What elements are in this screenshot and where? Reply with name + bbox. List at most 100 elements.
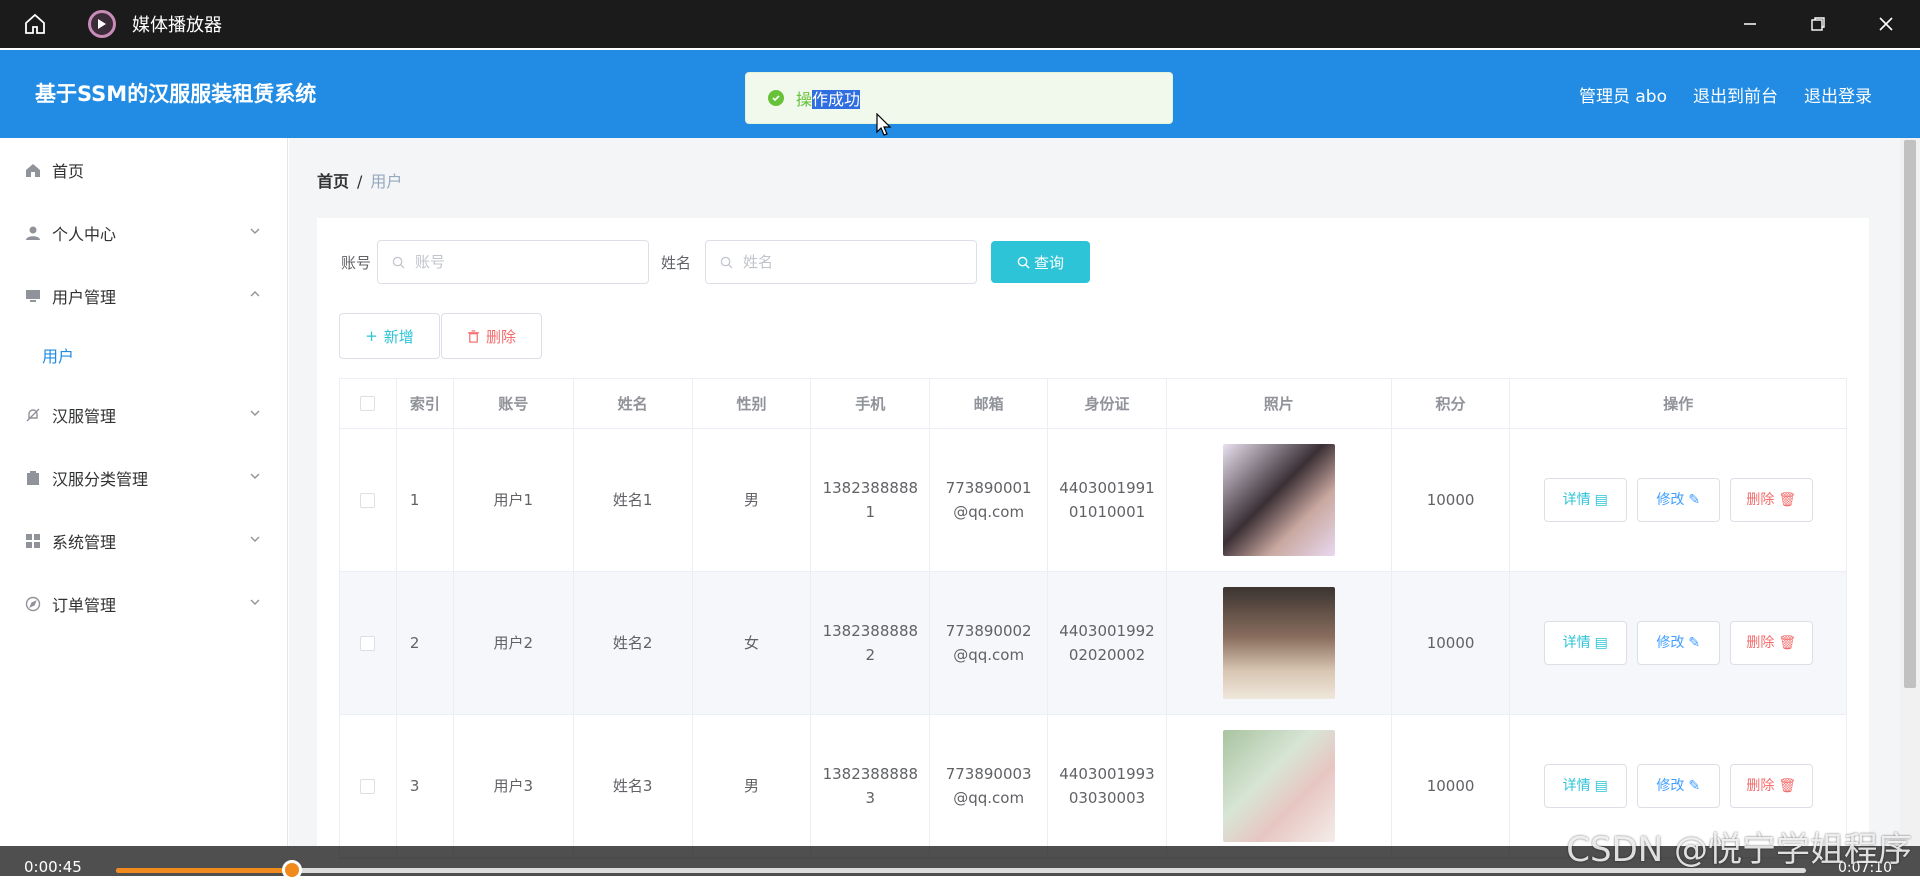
user-photo[interactable] — [1222, 730, 1335, 842]
media-player-app-icon — [88, 10, 116, 38]
edit-button[interactable]: 修改 ✎ — [1636, 621, 1720, 665]
page-scrollbar[interactable] — [1900, 138, 1920, 846]
row-checkbox[interactable] — [360, 778, 376, 794]
csdn-watermark: CSDN @悦宁学姐程序 — [1566, 830, 1912, 870]
monitor-icon — [24, 287, 42, 305]
restore-button[interactable] — [1784, 0, 1852, 48]
logout-link[interactable]: 退出登录 — [1804, 82, 1872, 107]
batch-delete-button[interactable]: 删除 — [441, 313, 542, 359]
mouse-cursor-icon — [876, 113, 892, 136]
user-photo[interactable] — [1222, 444, 1335, 556]
cell-email: 773890002@qq.com — [945, 622, 1032, 664]
row-checkbox[interactable] — [360, 635, 376, 651]
trash-icon: 🗑 — [1778, 778, 1797, 794]
close-icon — [1879, 17, 1893, 31]
name-search-input[interactable] — [741, 252, 942, 272]
cell-gender: 女 — [693, 572, 812, 714]
detail-button[interactable]: 详情 ▤ — [1543, 764, 1627, 808]
plus-icon: + — [365, 327, 378, 345]
home-button[interactable] — [0, 12, 70, 36]
edit-button[interactable]: 修改 ✎ — [1636, 478, 1720, 522]
sidebar-item-label: 汉服分类管理 — [52, 469, 149, 489]
sidebar-item-label: 用户管理 — [52, 287, 117, 307]
close-button[interactable] — [1852, 0, 1920, 48]
query-button-label: 查询 — [1034, 253, 1065, 272]
seek-handle[interactable] — [281, 860, 302, 880]
cell-points: 10000 — [1392, 572, 1511, 714]
breadcrumb-home[interactable]: 首页 — [317, 172, 349, 191]
account-field[interactable] — [377, 240, 650, 284]
cell-id-card: 440300199303030003 — [1059, 765, 1155, 807]
clipboard-icon — [24, 469, 42, 487]
seek-progress — [116, 868, 292, 873]
scrollbar-thumb[interactable] — [1904, 140, 1916, 688]
sidebar-item-users[interactable]: 用户 — [0, 327, 287, 383]
cell-id-card: 440300199202020002 — [1059, 622, 1155, 664]
column-header-account: 账号 — [454, 379, 574, 428]
name-label: 姓名 — [661, 253, 692, 272]
minimize-button[interactable] — [1716, 0, 1784, 48]
document-icon: ▤ — [1594, 635, 1608, 651]
pencil-icon: ✎ — [1688, 492, 1701, 508]
search-icon — [392, 256, 405, 269]
sidebar-item-hanfu-category-management[interactable]: 汉服分类管理 — [0, 446, 287, 509]
cell-phone: 13823888883 — [822, 765, 919, 807]
cell-email: 773890003@qq.com — [945, 765, 1032, 807]
user-photo[interactable] — [1222, 587, 1335, 699]
sidebar: 首页 个人中心 用户管理 用户 汉服管理 汉服分类管理 系统管理 订单管理 — [0, 138, 288, 846]
table-row: 1 用户1 姓名1 男 13823888881 773890001@qq.com… — [340, 429, 1846, 572]
delete-row-button[interactable]: 删除 🗑 — [1729, 621, 1813, 665]
delete-row-button[interactable]: 删除 🗑 — [1729, 764, 1813, 808]
table-header: 索引 账号 姓名 性别 手机 邮箱 身份证 照片 积分 操作 — [340, 379, 1846, 429]
chevron-down-icon — [250, 536, 260, 542]
toast-message: 操作成功 — [796, 90, 861, 109]
cell-phone: 13823888881 — [822, 479, 919, 521]
sidebar-item-personal-center[interactable]: 个人中心 — [0, 201, 287, 264]
sidebar-item-label: 个人中心 — [52, 224, 117, 244]
sidebar-item-system-management[interactable]: 系统管理 — [0, 509, 287, 572]
chevron-up-icon — [250, 291, 260, 297]
detail-button[interactable]: 详情 ▤ — [1543, 621, 1627, 665]
column-header-points: 积分 — [1392, 379, 1511, 428]
account-search-input[interactable] — [413, 252, 614, 272]
cell-name: 姓名1 — [574, 429, 693, 571]
admin-user-link[interactable]: 管理员 abo — [1579, 82, 1667, 107]
player-title-bar: 媒体播放器 — [0, 0, 1920, 48]
column-header-gender: 性别 — [693, 379, 812, 428]
seek-bar[interactable] — [116, 860, 1806, 880]
sidebar-item-label: 首页 — [52, 161, 85, 181]
player-title: 媒体播放器 — [132, 15, 222, 36]
cell-name: 姓名3 — [574, 715, 693, 857]
breadcrumb: 首页 / 用户 — [317, 168, 402, 192]
detail-button[interactable]: 详情 ▤ — [1543, 478, 1627, 522]
chevron-down-icon — [250, 599, 260, 605]
query-button[interactable]: 查询 — [991, 241, 1091, 283]
sidebar-item-hanfu-management[interactable]: 汉服管理 — [0, 383, 287, 446]
trash-icon — [467, 329, 480, 343]
chevron-down-icon — [250, 473, 260, 479]
restore-icon — [1811, 17, 1825, 31]
edit-button[interactable]: 修改 ✎ — [1636, 764, 1720, 808]
column-header-operations: 操作 — [1663, 394, 1694, 413]
column-header-id-card: 身份证 — [1048, 379, 1167, 428]
name-field[interactable] — [705, 240, 978, 284]
sidebar-item-user-management[interactable]: 用户管理 — [0, 264, 287, 327]
sidebar-item-home[interactable]: 首页 — [0, 138, 287, 201]
cell-phone: 13823888882 — [822, 622, 919, 664]
trash-icon: 🗑 — [1778, 635, 1797, 651]
select-all-checkbox[interactable] — [360, 396, 376, 411]
search-bar: 账号 姓名 查询 — [341, 240, 1091, 284]
document-icon: ▤ — [1594, 778, 1608, 794]
add-button[interactable]: + 新增 — [339, 313, 440, 359]
pencil-icon: ✎ — [1688, 635, 1701, 651]
row-checkbox[interactable] — [360, 492, 376, 508]
delete-row-button[interactable]: 删除 🗑 — [1729, 478, 1813, 522]
user-icon — [24, 224, 42, 242]
bell-off-icon — [24, 406, 42, 424]
pencil-icon: ✎ — [1688, 778, 1701, 794]
sidebar-item-order-management[interactable]: 订单管理 — [0, 572, 287, 635]
column-header-phone: 手机 — [811, 379, 931, 428]
success-toast: 操作成功 — [745, 72, 1173, 136]
compass-icon — [24, 595, 42, 613]
back-to-frontend-link[interactable]: 退出到前台 — [1693, 82, 1778, 107]
